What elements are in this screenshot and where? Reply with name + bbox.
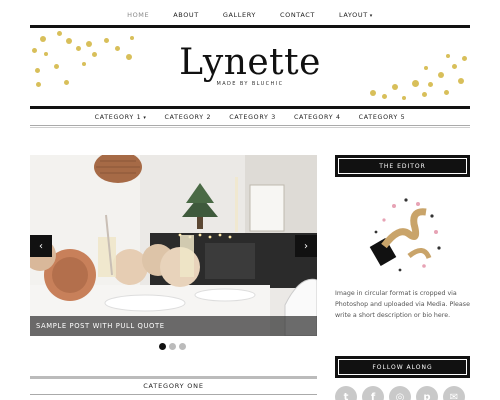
top-nav: HOME ABOUT GALLERY CONTACT LAYOUT ▾ [0,11,500,19]
nav-gallery[interactable]: GALLERY [223,11,256,19]
nav-about[interactable]: ABOUT [173,11,199,19]
category-bar-bottom-rule-2 [30,127,470,128]
category-3-link[interactable]: CATEGORY 3 [229,114,276,121]
follow-widget-title-text: FOLLOW ALONG [372,363,433,371]
chevron-down-icon: ▾ [369,13,373,19]
pager-dot[interactable] [179,343,186,350]
confetti-dot [382,94,387,99]
social-icons: t f ◎ p ✉ [335,386,465,400]
email-icon[interactable]: ✉ [443,386,465,400]
nav-layout-label: LAYOUT [339,11,368,19]
site-header: Lynette MADE BY BLUCHIC [30,28,470,104]
site-logo-title[interactable]: Lynette [30,43,470,83]
category-nav: CATEGORY 1 ▾ CATEGORY 2 CATEGORY 3 CATEGO… [30,111,470,124]
category-1-link[interactable]: CATEGORY 1 ▾ [95,114,147,121]
follow-widget-title: FOLLOW ALONG [335,356,470,378]
category-4-link[interactable]: CATEGORY 4 [294,114,341,121]
slider-next-button[interactable]: › [295,235,317,257]
nav-contact[interactable]: CONTACT [280,11,315,19]
editor-widget-title-text: THE EDITOR [379,162,426,170]
pinterest-icon[interactable]: p [416,386,438,400]
chevron-right-icon: › [304,240,308,252]
confetti-dot [402,96,406,100]
slide-image [30,155,317,336]
confetti-dot [444,90,449,95]
nav-layout[interactable]: LAYOUT ▾ [339,11,373,19]
confetti-dot [370,90,376,96]
confetti-dot [40,36,46,42]
section-top-rule [30,376,317,379]
editor-bio: Image in circular format is cropped via … [335,290,470,319]
featured-slider[interactable] [30,155,317,336]
pager-dot[interactable] [159,343,166,350]
confetti-dot [57,31,62,36]
confetti-dot [130,36,134,40]
category-1-label: CATEGORY 1 [94,114,142,121]
slider-pager [159,343,186,350]
pager-dot[interactable] [169,343,176,350]
site-logo-subtitle: MADE BY BLUCHIC [216,81,284,87]
section-title: CATEGORY ONE [143,382,204,390]
confetti-dot [422,92,427,97]
chevron-left-icon: ‹ [39,240,43,252]
editor-avatar-image [354,186,450,282]
instagram-icon[interactable]: ◎ [389,386,411,400]
nav-home[interactable]: HOME [127,11,149,19]
chevron-down-icon: ▾ [143,115,147,121]
facebook-icon[interactable]: f [362,386,384,400]
twitter-icon[interactable]: t [335,386,357,400]
category-bar-bottom-rule [30,125,470,126]
editor-widget-title: THE EDITOR [335,155,470,177]
category-2-link[interactable]: CATEGORY 2 [165,114,212,121]
category-5-link[interactable]: CATEGORY 5 [359,114,406,121]
editor-avatar [354,186,450,282]
category-bar-top-rule [30,106,470,109]
section-bottom-rule [30,394,317,395]
slide-caption[interactable]: SAMPLE POST WITH PULL QUOTE [30,316,317,336]
slider-prev-button[interactable]: ‹ [30,235,52,257]
